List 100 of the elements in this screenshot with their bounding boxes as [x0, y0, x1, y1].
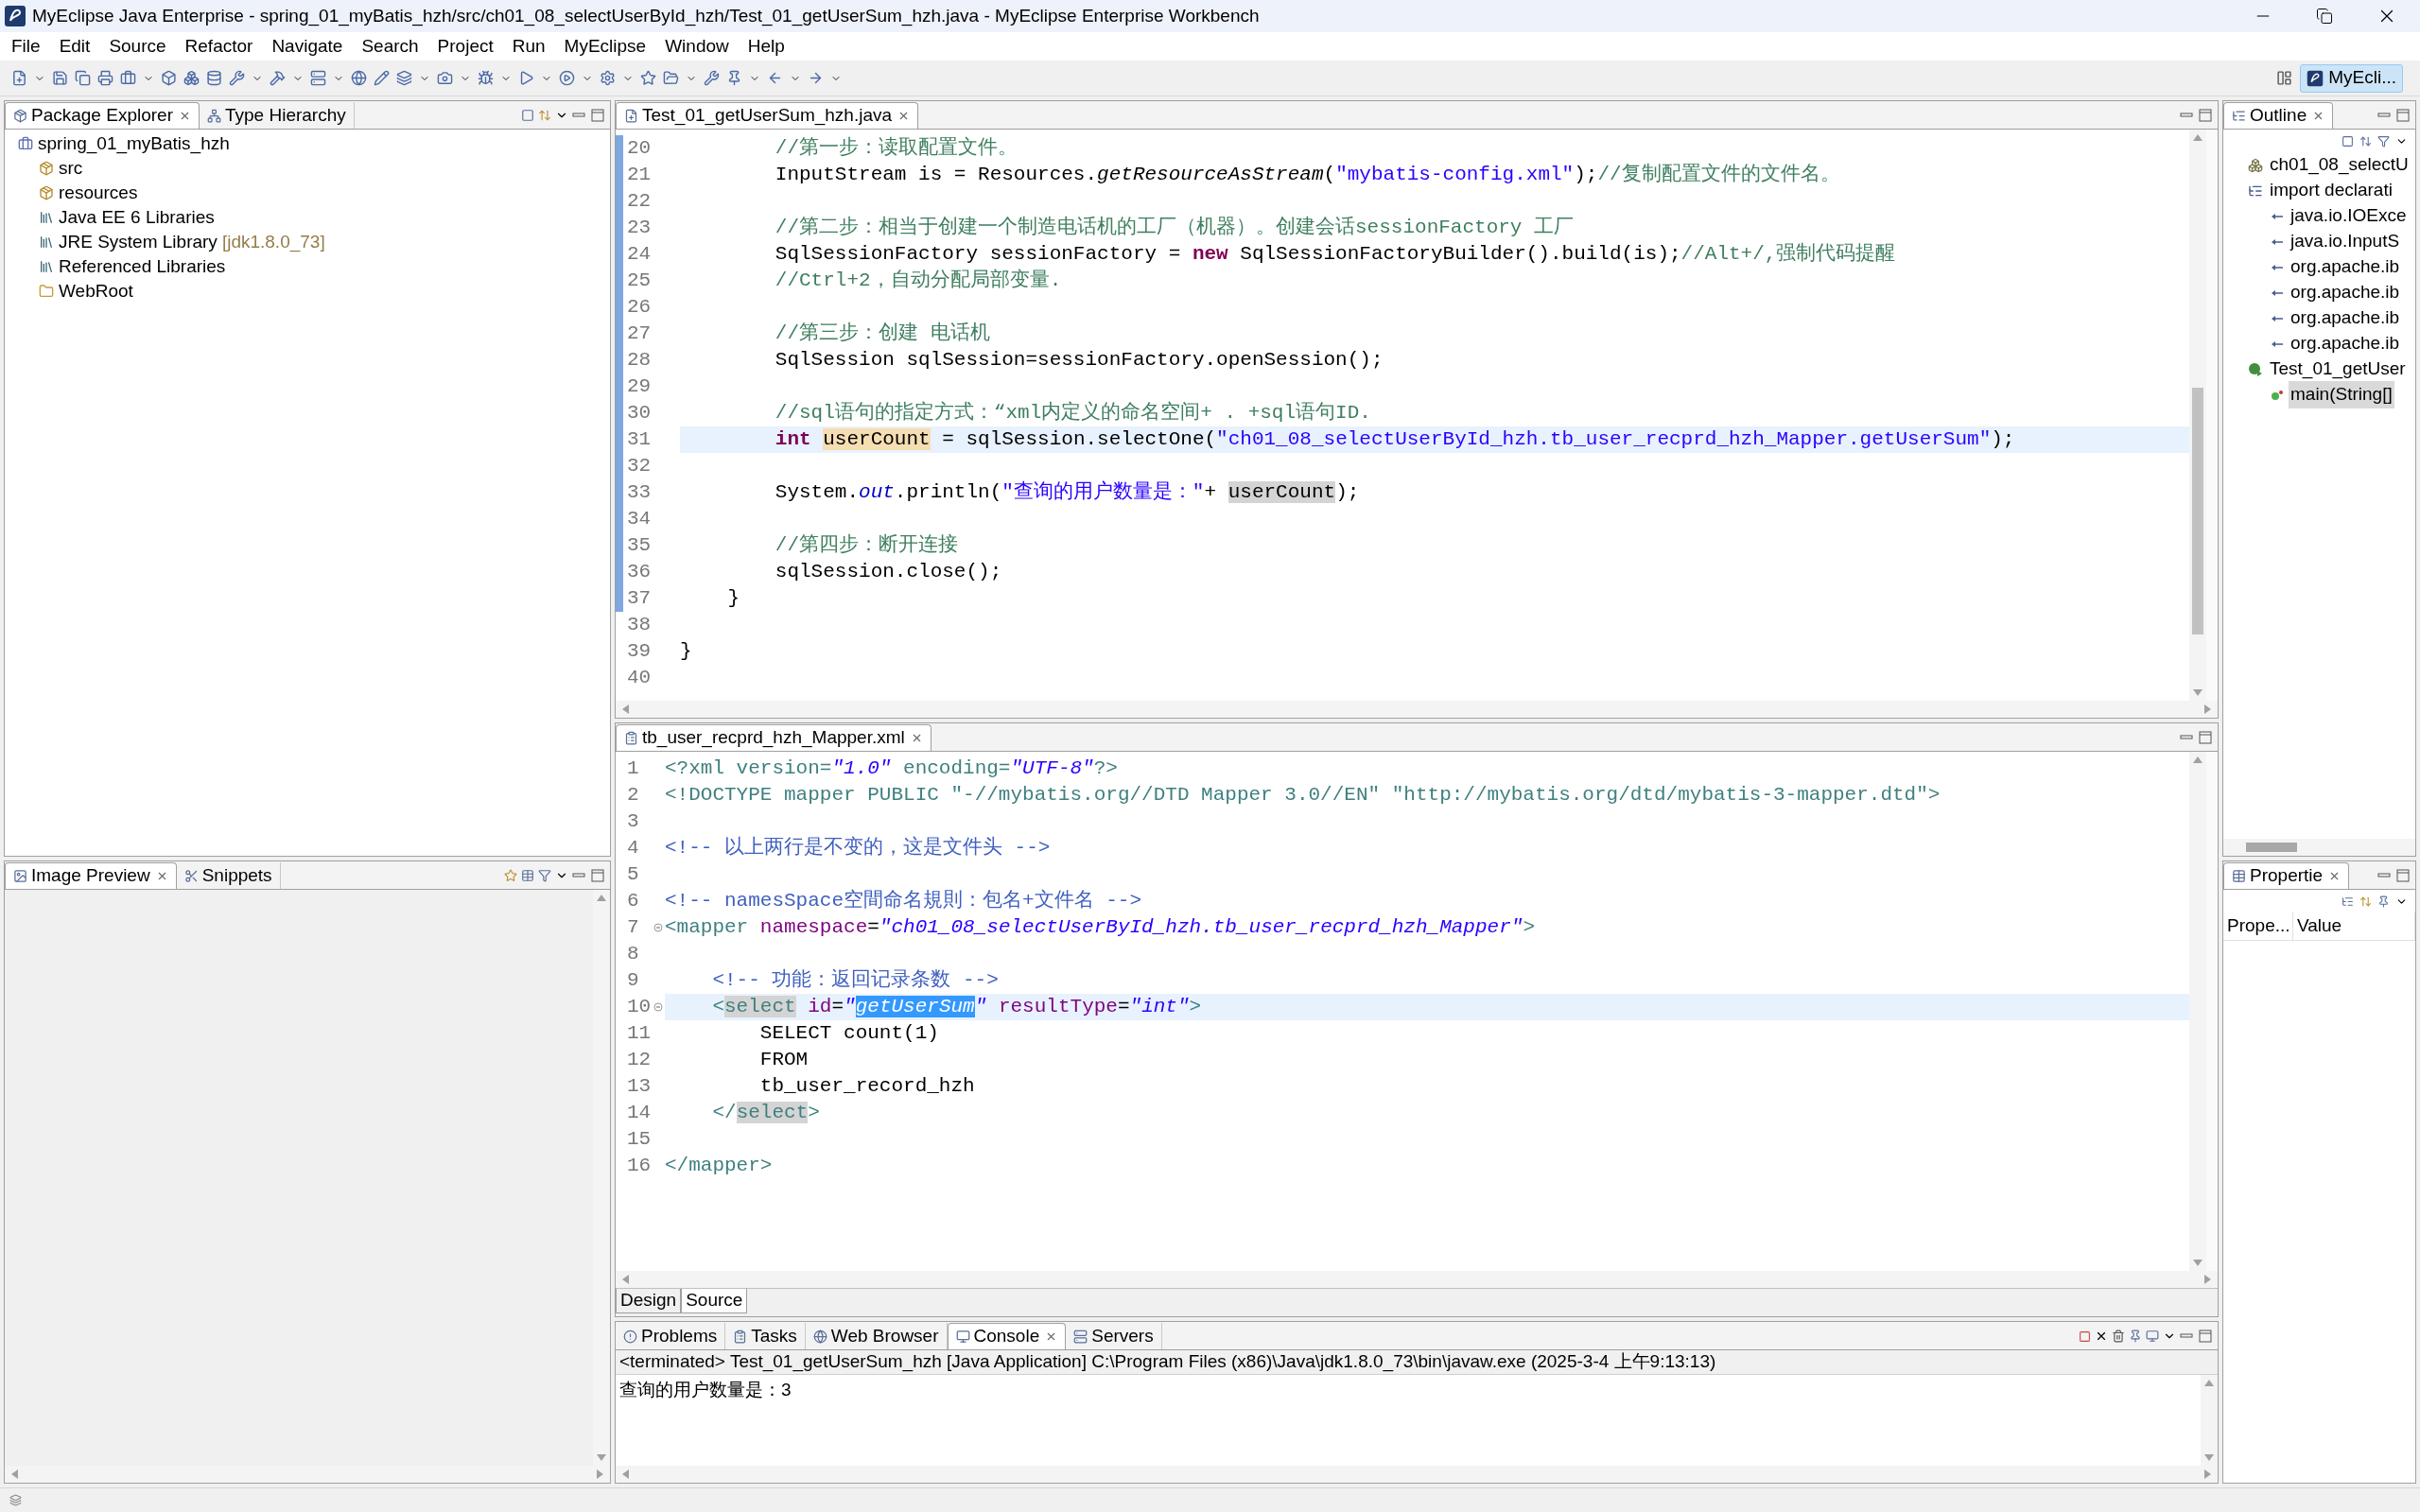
table-icon[interactable]: [521, 869, 534, 882]
scroll-down-icon[interactable]: [2193, 1260, 2202, 1267]
tree-item[interactable]: java.io.IOExce: [2289, 202, 2409, 230]
scroll-up-icon[interactable]: [2193, 756, 2202, 763]
panel-tab[interactable]: Snippets: [176, 862, 281, 889]
forward-icon[interactable]: [808, 70, 824, 86]
camera-icon[interactable]: [437, 70, 453, 86]
menu-item[interactable]: File: [2, 32, 50, 61]
categories-icon[interactable]: [2342, 895, 2354, 908]
tree-item[interactable]: org.apache.ib: [2289, 279, 2402, 306]
panel-tab[interactable]: Problems: [616, 1323, 726, 1349]
panel-tab[interactable]: Console: [947, 1323, 1067, 1349]
menu-item[interactable]: Search: [352, 32, 428, 61]
maximize-icon[interactable]: [2396, 109, 2410, 122]
panel-tab[interactable]: Package Explorer: [5, 102, 200, 129]
view-tab[interactable]: Source: [681, 1289, 748, 1313]
perspective-button[interactable]: MyEcli...: [2300, 63, 2403, 93]
maximize-icon[interactable]: [2396, 869, 2410, 882]
save-all-icon[interactable]: [75, 70, 91, 86]
scroll-up-icon[interactable]: [2193, 133, 2202, 141]
open-folder-icon[interactable]: [663, 70, 679, 86]
scrollbar[interactable]: [2223, 839, 2415, 856]
menu-item[interactable]: Navigate: [262, 32, 353, 61]
tree-item[interactable]: java.io.InputS: [2289, 228, 2402, 255]
scroll-right-icon[interactable]: [2204, 1469, 2212, 1479]
scrollbar[interactable]: [2189, 752, 2206, 1271]
collapse-icon[interactable]: [521, 109, 534, 122]
wrench-icon[interactable]: [229, 70, 245, 86]
panel-tab[interactable]: Servers: [1066, 1323, 1162, 1349]
run-circle-icon[interactable]: [559, 70, 575, 86]
sort-icon[interactable]: [2359, 134, 2372, 148]
scroll-left-icon[interactable]: [621, 704, 629, 714]
scroll-left-icon[interactable]: [621, 1275, 629, 1284]
maximize-icon[interactable]: [2199, 731, 2212, 744]
panel-tab[interactable]: Image Preview: [5, 862, 177, 889]
briefcase-icon[interactable]: [120, 70, 136, 86]
tree-item[interactable]: main(String[]: [2289, 381, 2394, 408]
terminate-icon[interactable]: [2079, 1330, 2091, 1343]
boxes-icon[interactable]: [183, 70, 200, 86]
maximize-icon[interactable]: [2199, 1330, 2212, 1343]
filter-icon[interactable]: [2377, 134, 2390, 148]
scroll-up-icon[interactable]: [2204, 1379, 2214, 1386]
tree-item[interactable]: org.apache.ib: [2289, 330, 2402, 357]
box-icon[interactable]: [161, 70, 177, 86]
scrollbar[interactable]: [616, 701, 2218, 718]
panel-tab[interactable]: Test_01_getUserSum_hzh.java: [616, 102, 919, 129]
minimize-icon[interactable]: [572, 871, 585, 880]
maximize-icon[interactable]: [2199, 109, 2212, 122]
menu-item[interactable]: MyEclipse: [554, 32, 656, 61]
pin-icon[interactable]: [726, 70, 742, 86]
new-file-icon[interactable]: [11, 70, 27, 86]
save-icon[interactable]: [52, 70, 68, 86]
menu-item[interactable]: Help: [738, 32, 794, 61]
scroll-left-icon[interactable]: [621, 1469, 629, 1479]
collapse-icon[interactable]: [2342, 134, 2354, 148]
globe-icon[interactable]: [351, 70, 367, 86]
remove-launch-icon[interactable]: [2095, 1330, 2108, 1343]
server-icon[interactable]: [310, 70, 326, 86]
menu-item[interactable]: Source: [99, 32, 176, 61]
back-icon[interactable]: [767, 70, 783, 86]
run-icon[interactable]: [518, 70, 534, 86]
panel-tab[interactable]: Type Hierarchy: [199, 102, 355, 129]
settings-icon[interactable]: [600, 70, 616, 86]
scrollbar[interactable]: [616, 1271, 2218, 1288]
minimize-icon[interactable]: [2180, 111, 2193, 120]
panel-tab[interactable]: Outline: [2223, 102, 2334, 129]
scroll-down-icon[interactable]: [597, 1454, 606, 1462]
pin-icon[interactable]: [2129, 1330, 2142, 1343]
menu-item[interactable]: Refactor: [175, 32, 263, 61]
panel-tab[interactable]: Propertie: [2223, 862, 2350, 889]
panel-tab[interactable]: Tasks: [725, 1323, 806, 1349]
scroll-up-icon[interactable]: [597, 894, 606, 901]
fold-icon[interactable]: [653, 1002, 663, 1012]
column-header[interactable]: Value: [2293, 912, 2415, 940]
filter-icon[interactable]: [538, 869, 551, 882]
pin-icon[interactable]: [2377, 895, 2390, 908]
scroll-down-icon[interactable]: [2204, 1454, 2214, 1462]
star-icon[interactable]: [504, 869, 517, 882]
debug-icon[interactable]: [478, 70, 494, 86]
database-icon[interactable]: [206, 70, 222, 86]
scroll-left-icon[interactable]: [10, 1469, 18, 1479]
minimize-icon[interactable]: [2180, 1331, 2193, 1341]
tree-item[interactable]: Test_01_getUser: [2268, 356, 2408, 383]
scroll-down-icon[interactable]: [2193, 689, 2202, 697]
scrollbar[interactable]: [2201, 1375, 2218, 1466]
menu-item[interactable]: Run: [502, 32, 555, 61]
pencil-icon[interactable]: [374, 70, 390, 86]
tree-item[interactable]: org.apache.ib: [2289, 304, 2402, 332]
hammer-icon[interactable]: [270, 70, 286, 86]
menu-item[interactable]: Project: [427, 32, 503, 61]
minimize-icon[interactable]: [2180, 733, 2193, 742]
scroll-right-icon[interactable]: [2204, 1275, 2212, 1284]
clear-console-icon[interactable]: [2112, 1330, 2125, 1343]
panel-tab[interactable]: Web Browser: [805, 1323, 948, 1349]
open-perspective-icon[interactable]: [2276, 70, 2293, 86]
view-tab[interactable]: Design: [616, 1289, 682, 1313]
minimize-icon[interactable]: [572, 111, 585, 120]
maximize-icon[interactable]: [591, 869, 604, 882]
scrollbar[interactable]: [593, 890, 610, 1466]
minimize-icon[interactable]: [2377, 871, 2391, 880]
